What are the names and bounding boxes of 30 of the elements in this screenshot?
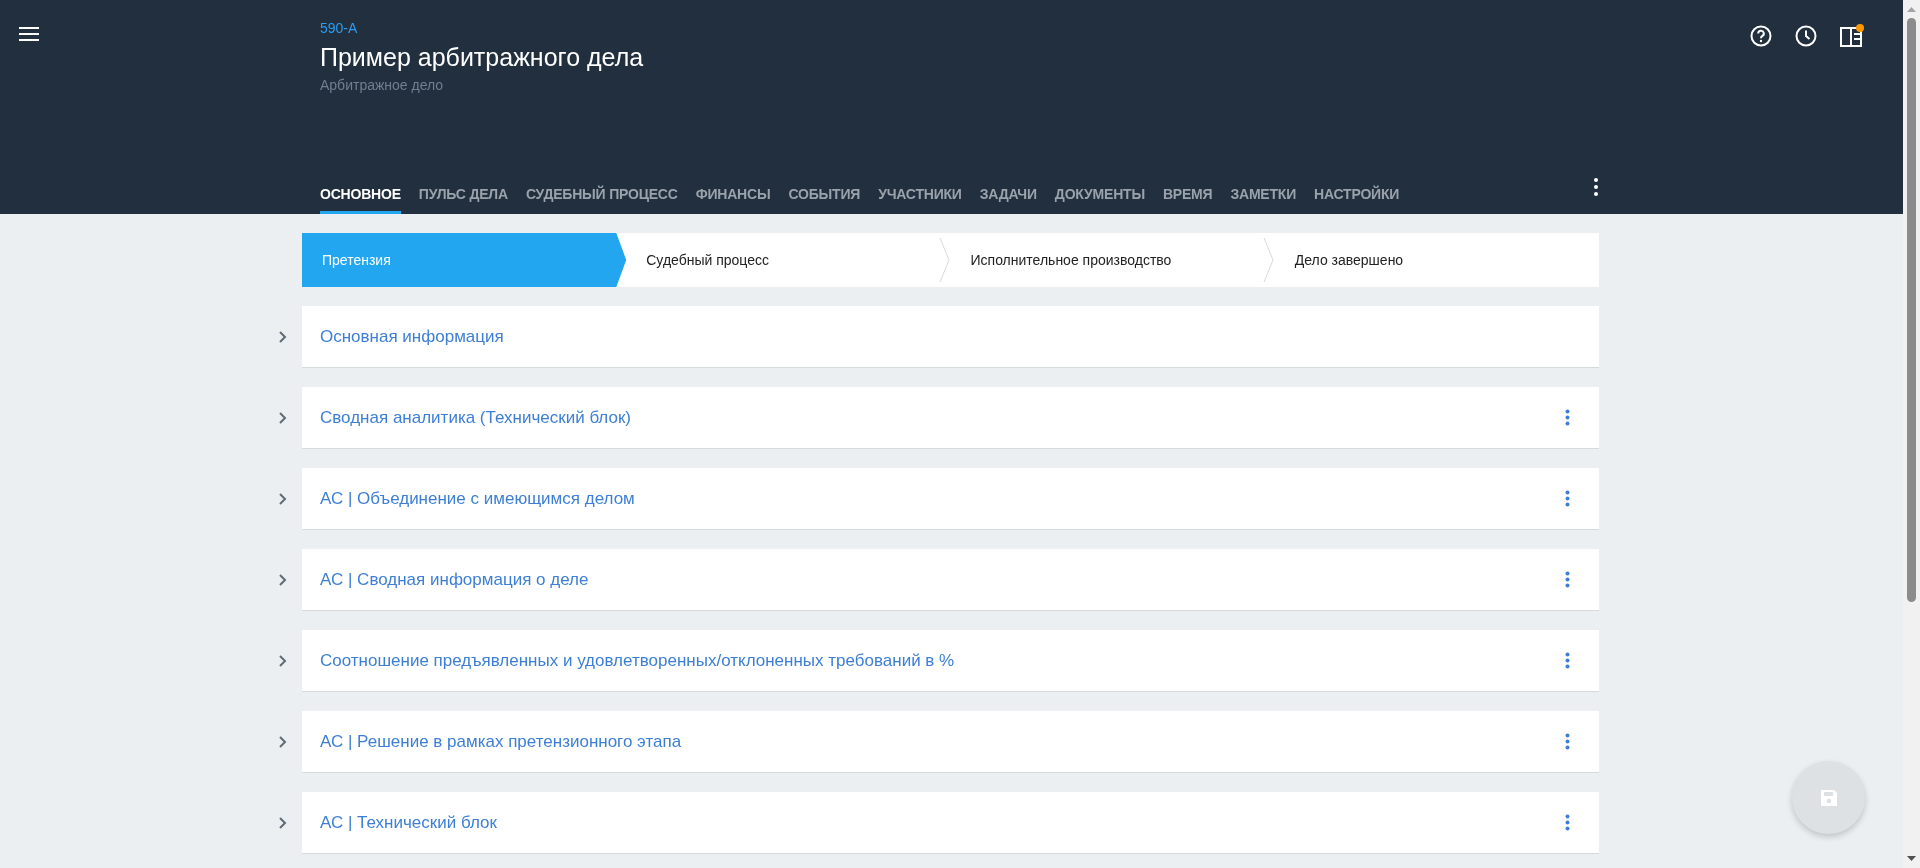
section-title[interactable]: Основная информация xyxy=(320,326,1577,347)
section-title[interactable]: АС | Объединение с имеющимся делом xyxy=(320,488,1557,509)
history-icon[interactable] xyxy=(1794,23,1818,49)
case-number: 590-A xyxy=(320,19,359,37)
section-title[interactable]: АС | Решение в рамках претензионного этапа xyxy=(320,731,1557,752)
help-icon[interactable] xyxy=(1749,23,1773,49)
tab[interactable]: ЗАДАЧИ xyxy=(979,173,1037,214)
tab[interactable]: ЗАМЕТКИ xyxy=(1230,173,1297,214)
more-icon[interactable] xyxy=(1593,177,1599,197)
tab[interactable]: СУДЕБНЫЙ ПРОЦЕСС xyxy=(525,173,678,214)
tab[interactable]: НАСТРОЙКИ xyxy=(1314,173,1400,214)
menu-icon[interactable] xyxy=(19,27,39,41)
case-type: Арбитражное дело xyxy=(320,76,445,95)
tab[interactable]: ПУЛЬС ДЕЛА xyxy=(418,173,508,214)
tab[interactable]: ДОКУМЕНТЫ xyxy=(1054,173,1145,214)
tab[interactable]: ОСНОВНОЕ xyxy=(320,173,401,214)
tab[interactable]: ВРЕМЯ xyxy=(1162,173,1213,214)
step-chevron-icon xyxy=(938,238,951,282)
stage-step[interactable]: Претензия xyxy=(302,233,627,287)
section-title[interactable]: АС | Сводная информация о деле xyxy=(320,569,1557,590)
tab[interactable]: ФИНАНСЫ xyxy=(695,173,771,214)
side-panel-icon[interactable] xyxy=(1839,23,1865,49)
tab[interactable]: УЧАСТНИКИ xyxy=(878,173,962,214)
step-chevron-icon xyxy=(1262,238,1275,282)
case-title: Пример арбитражного дела xyxy=(320,42,645,73)
scrollbar[interactable] xyxy=(1903,0,1920,868)
section-title[interactable]: Соотношение предъявленных и удовлетворенных/отклоненных требований в % xyxy=(320,650,1557,671)
section-title[interactable]: Сводная аналитика (Технический блок) xyxy=(320,407,1557,428)
tab[interactable]: СОБЫТИЯ xyxy=(788,173,861,214)
section-title[interactable]: АС | Технический блок xyxy=(320,812,1557,833)
